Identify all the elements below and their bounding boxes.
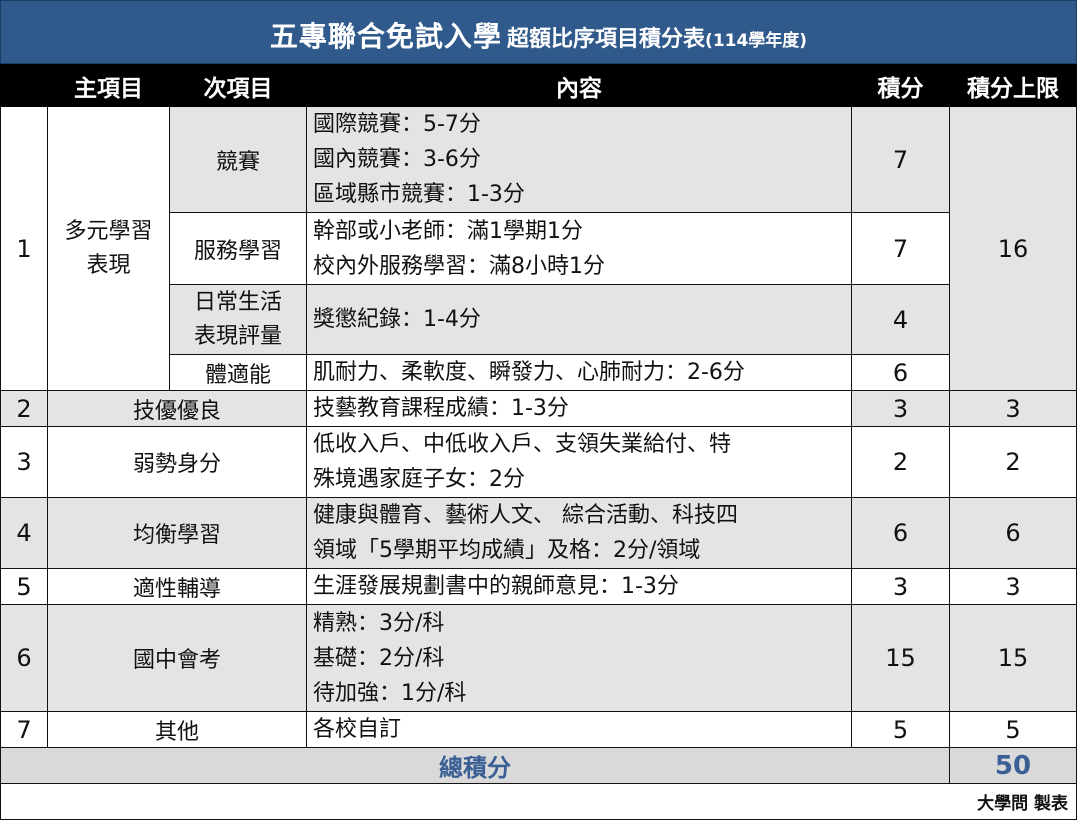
score-cell: 6 [851,354,950,391]
sub-item: 服務學習 [169,212,307,285]
row-number: 6 [0,604,48,712]
score-cell: 6 [851,497,950,569]
content-cell: 國際競賽：5-7分 國內競賽：3-6分 區域縣市競賽：1-3分 [306,106,852,213]
main-item: 適性輔導 [47,568,307,605]
title-sub: 超額比序項目積分表 [507,27,706,52]
score-cell: 3 [851,568,950,605]
credit-row: 大學問 製表 [0,783,1077,820]
table-row: 3 弱勢身分 低收入戶、中低收入戶、支領失業給付、特 殊境遇家庭子女：2分 2 … [0,426,1077,498]
limit-cell: 6 [949,497,1077,569]
title-main: 五專聯合免試入學 [269,20,502,53]
content-cell: 低收入戶、中低收入戶、支領失業給付、特 殊境遇家庭子女：2分 [306,426,852,498]
row-number: 5 [0,568,48,605]
table-row: 5 適性輔導 生涯發展規劃書中的親師意見：1-3分 3 3 [0,568,1077,605]
limit-cell: 3 [949,390,1077,427]
score-cell: 2 [851,426,950,498]
score-cell: 7 [851,212,950,285]
content-cell: 各校自訂 [306,711,852,748]
content-cell: 健康與體育、藝術人文、 綜合活動、科技四 領域「5學期平均成績」及格：2分/領域 [306,497,852,569]
credit-text: 大學問 製表 [0,783,1077,820]
content-cell: 精熟：3分/科 基礎：2分/科 待加強：1分/科 [306,604,852,712]
score-cell: 7 [851,106,950,213]
limit-cell: 3 [949,568,1077,605]
header-content: 內容 [306,64,852,107]
table-row: 4 均衡學習 健康與體育、藝術人文、 綜合活動、科技四 領域「5學期平均成績」及… [0,497,1077,569]
content-cell: 技藝教育課程成績：1-3分 [306,390,852,427]
limit-cell: 15 [949,604,1077,712]
header-main-item: 主項目 [47,64,170,107]
score-cell: 5 [851,711,950,748]
content-cell: 生涯發展規劃書中的親師意見：1-3分 [306,568,852,605]
content-cell: 獎懲紀錄：1-4分 [306,284,852,355]
row-number: 7 [0,711,48,748]
total-label: 總積分 [0,747,950,784]
score-cell: 3 [851,390,950,427]
sub-item: 競賽 [169,106,307,213]
main-item: 其他 [47,711,307,748]
content-cell: 肌耐力、柔軟度、瞬發力、心肺耐力：2-6分 [306,354,852,391]
content-cell: 幹部或小老師：滿1學期1分 校內外服務學習：滿8小時1分 [306,212,852,285]
header-sub-item: 次項目 [169,64,307,107]
limit-cell: 16 [949,106,1077,391]
main-item: 均衡學習 [47,497,307,569]
table-row: 7 其他 各校自訂 5 5 [0,711,1077,748]
score-table: 主項目 次項目 內容 積分 積分上限 1 多元學習 表現 競賽 國際競賽：5-7… [0,64,1077,820]
row-number: 4 [0,497,48,569]
total-value: 50 [949,747,1077,784]
main-item: 多元學習 表現 [47,106,170,391]
main-item: 國中會考 [47,604,307,712]
total-row: 總積分 50 [0,747,1077,784]
sub-item: 體適能 [169,354,307,391]
main-item: 弱勢身分 [47,426,307,498]
score-cell: 4 [851,284,950,355]
title-year: (114學年度) [705,31,808,51]
header-no [0,64,48,107]
table-row: 2 技優優良 技藝教育課程成績：1-3分 3 3 [0,390,1077,427]
limit-cell: 2 [949,426,1077,498]
row-number: 3 [0,426,48,498]
row-number: 2 [0,390,48,427]
table-row: 1 多元學習 表現 競賽 國際競賽：5-7分 國內競賽：3-6分 區域縣市競賽：… [0,106,1077,391]
table-row: 6 國中會考 精熟：3分/科 基礎：2分/科 待加強：1分/科 15 15 [0,604,1077,712]
row-number: 1 [0,106,48,391]
main-item: 技優優良 [47,390,307,427]
title-banner: 五專聯合免試入學 超額比序項目積分表(114學年度) [0,0,1077,64]
header-row: 主項目 次項目 內容 積分 積分上限 [0,64,1077,107]
score-cell: 15 [851,604,950,712]
header-limit: 積分上限 [949,64,1077,107]
header-score: 積分 [851,64,950,107]
sub-item: 日常生活 表現評量 [169,284,307,355]
limit-cell: 5 [949,711,1077,748]
